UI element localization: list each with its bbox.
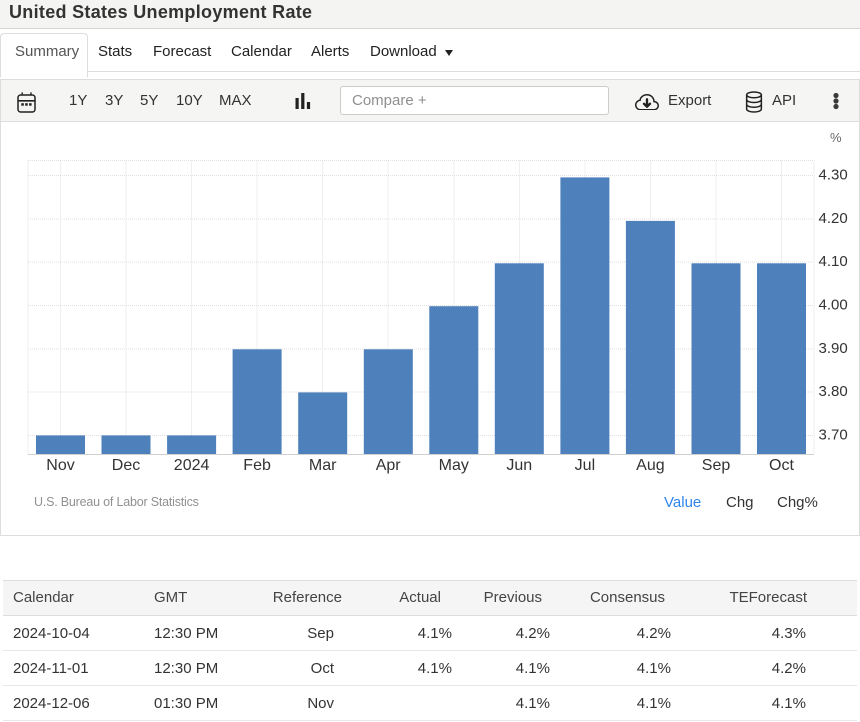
svg-text:Dec: Dec xyxy=(112,457,140,474)
svg-text:May: May xyxy=(439,457,469,474)
svg-text:Jul: Jul xyxy=(575,457,595,474)
svg-text:4.10: 4.10 xyxy=(819,253,848,270)
svg-text:Sep: Sep xyxy=(702,457,731,474)
svg-text:2024: 2024 xyxy=(174,457,210,474)
svg-text:Apr: Apr xyxy=(376,457,402,474)
svg-text:Aug: Aug xyxy=(636,457,664,474)
svg-text:Mar: Mar xyxy=(309,457,337,474)
svg-text:%: % xyxy=(830,130,842,145)
svg-text:4.30: 4.30 xyxy=(819,167,848,184)
svg-text:Oct: Oct xyxy=(769,457,794,474)
svg-text:3.70: 3.70 xyxy=(819,426,848,443)
svg-text:3.90: 3.90 xyxy=(819,340,848,357)
svg-text:4.00: 4.00 xyxy=(819,297,848,314)
svg-text:Feb: Feb xyxy=(243,457,271,474)
svg-text:Nov: Nov xyxy=(46,457,74,474)
svg-text:3.80: 3.80 xyxy=(819,383,848,400)
svg-text:4.20: 4.20 xyxy=(819,210,848,227)
svg-text:Jun: Jun xyxy=(506,457,532,474)
